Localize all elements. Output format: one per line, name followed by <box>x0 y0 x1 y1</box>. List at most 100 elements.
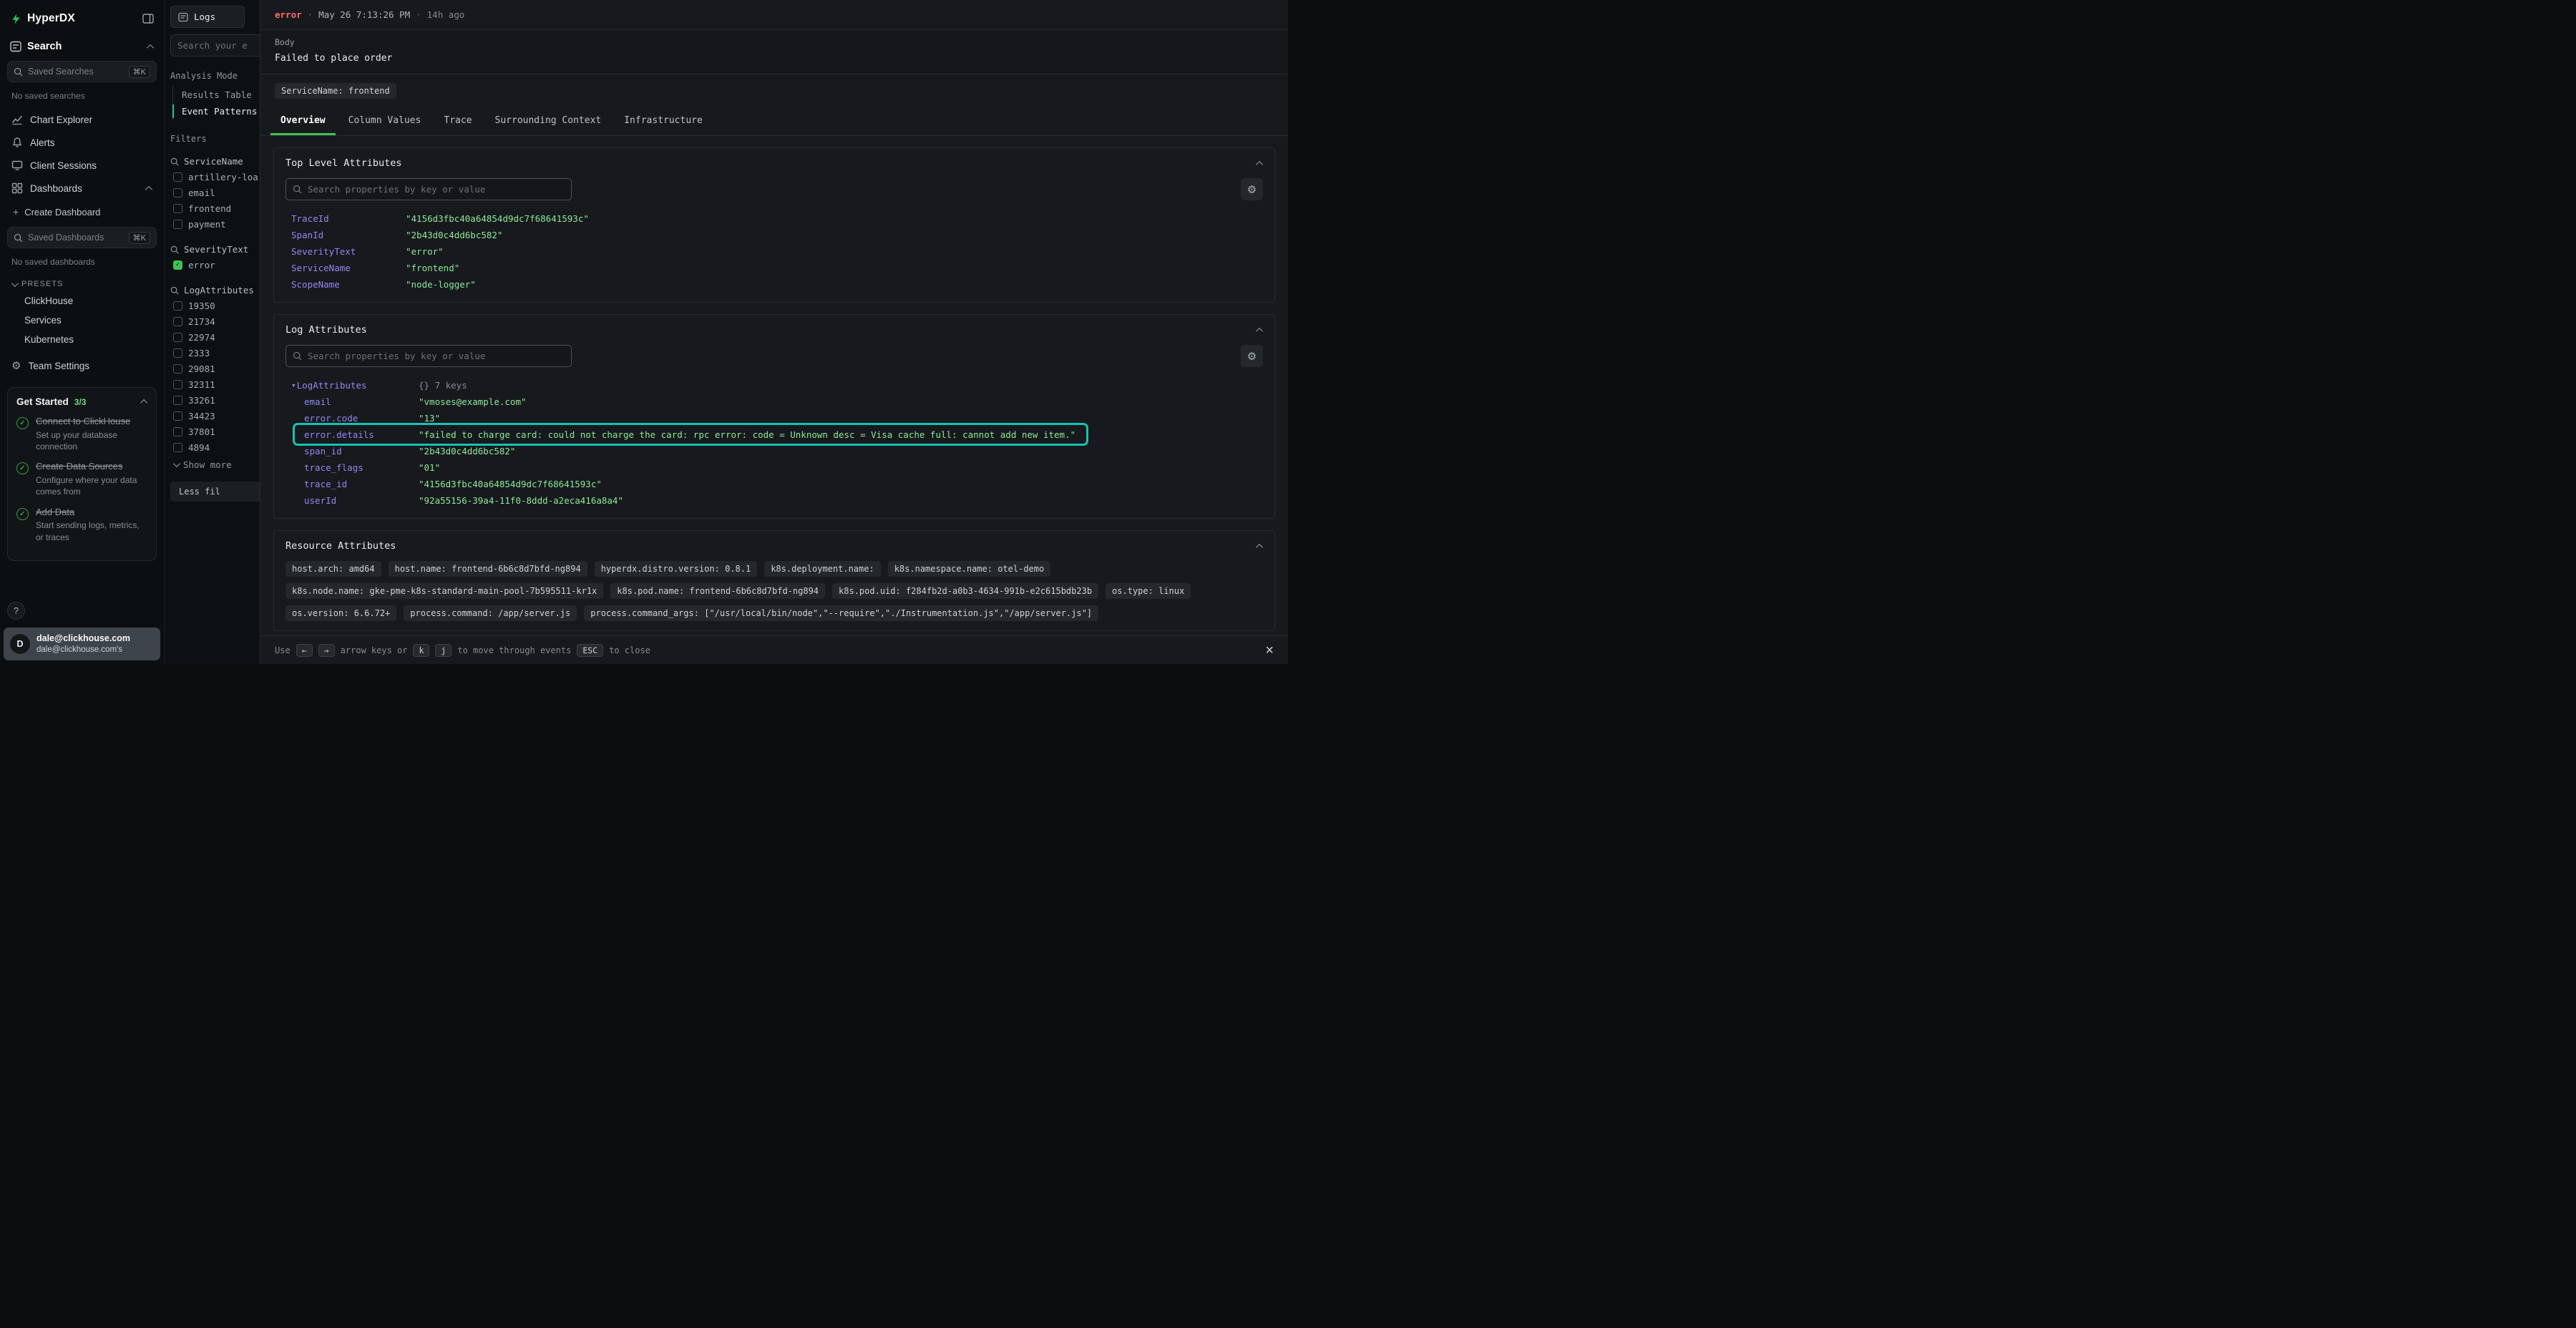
tab-infrastructure[interactable]: Infrastructure <box>614 107 713 135</box>
get-started-step[interactable]: ✓ Add Data Start sending logs, metrics, … <box>16 507 147 543</box>
collapse-sidebar-button[interactable] <box>142 14 154 24</box>
checkbox[interactable] <box>173 301 182 311</box>
logs-icon <box>178 12 188 22</box>
attribute-value[interactable]: "01" <box>419 462 440 473</box>
saved-searches-input-wrap[interactable]: ⌘K <box>7 61 157 82</box>
resource-chip[interactable]: k8s.deployment.name: <box>764 561 881 577</box>
attribute-key[interactable]: span_id <box>304 446 419 456</box>
attribute-key[interactable]: SpanId <box>291 230 406 240</box>
attribute-key[interactable]: trace_flags <box>304 462 419 473</box>
attribute-value[interactable]: "92a55156-39a4-11f0-8ddd-a2eca416a8a4" <box>419 495 623 506</box>
preset-item-services[interactable]: Services <box>0 311 164 330</box>
attribute-row: SeverityText "error" <box>286 243 1263 260</box>
source-selector-button[interactable]: Logs <box>170 6 245 28</box>
section-title: Resource Attributes <box>286 540 396 552</box>
checkbox[interactable] <box>173 317 182 326</box>
sidebar-item-client-sessions[interactable]: Client Sessions <box>0 154 164 177</box>
close-panel-button[interactable]: × <box>1265 643 1274 658</box>
resource-chip[interactable]: host.arch: amd64 <box>286 561 381 577</box>
attribute-key[interactable]: SeverityText <box>291 246 406 257</box>
checkbox[interactable] <box>173 333 182 342</box>
attribute-key[interactable]: error.code <box>304 413 419 424</box>
collapse-section-button[interactable] <box>1256 327 1263 334</box>
help-button[interactable]: ? <box>7 602 25 620</box>
attribute-value[interactable]: "2b43d0c4dd6bc582" <box>406 230 502 240</box>
tab-overview[interactable]: Overview <box>270 107 336 135</box>
attribute-value[interactable]: "vmoses@example.com" <box>419 396 527 407</box>
attribute-value[interactable]: "2b43d0c4dd6bc582" <box>419 446 515 456</box>
attribute-value[interactable]: "failed to charge card: could not charge… <box>419 429 1075 440</box>
preset-item-kubernetes[interactable]: Kubernetes <box>0 330 164 349</box>
hyperdx-logo[interactable]: HyperDX <box>0 0 164 35</box>
saved-dashboards-input-wrap[interactable]: ⌘K <box>7 227 157 248</box>
step-title: Add Data <box>36 507 143 519</box>
checkbox[interactable] <box>173 364 182 374</box>
resource-chip[interactable]: k8s.pod.uid: f284fb2d-a0b3-4634-991b-e2c… <box>832 583 1098 599</box>
checkbox[interactable] <box>173 172 182 182</box>
attribute-key[interactable]: ScopeName <box>291 279 406 290</box>
checkbox[interactable] <box>173 204 182 213</box>
checkbox-checked[interactable]: ✓ <box>173 260 182 270</box>
attribute-key[interactable]: userId <box>304 495 419 506</box>
user-menu[interactable]: D dale@clickhouse.com dale@clickhouse.co… <box>4 628 160 660</box>
attribute-value[interactable]: "frontend" <box>406 263 459 273</box>
search-icon <box>293 185 302 194</box>
properties-search-input[interactable] <box>308 351 565 361</box>
presets-toggle[interactable]: PRESETS <box>0 274 164 291</box>
checkbox[interactable] <box>173 380 182 389</box>
collapse-section-button[interactable] <box>1256 160 1263 167</box>
resource-chip[interactable]: hyperdx.distro.version: 0.8.1 <box>595 561 758 577</box>
attribute-value[interactable]: "error" <box>406 246 444 257</box>
checkbox[interactable] <box>173 411 182 421</box>
checkbox[interactable] <box>173 220 182 229</box>
get-started-step[interactable]: ✓ Create Data Sources Configure where yo… <box>16 461 147 497</box>
sidebar-item-alerts[interactable]: Alerts <box>0 131 164 154</box>
checkbox[interactable] <box>173 443 182 452</box>
chevron-up-icon[interactable] <box>140 399 147 406</box>
section-settings-button[interactable]: ⚙ <box>1241 345 1263 367</box>
attribute-value[interactable]: "4156d3fbc40a64854d9dc7f68641593c" <box>419 479 602 489</box>
attribute-value[interactable]: "4156d3fbc40a64854d9dc7f68641593c" <box>406 213 589 224</box>
properties-search-wrap[interactable] <box>286 178 572 200</box>
sidebar-section-search[interactable]: Search <box>0 35 164 58</box>
checkbox[interactable] <box>173 427 182 436</box>
checkbox[interactable] <box>173 188 182 197</box>
resource-chip[interactable]: k8s.namespace.name: otel-demo <box>888 561 1051 577</box>
resource-chip[interactable]: host.name: frontend-6b6c8d7bfd-ng894 <box>389 561 587 577</box>
create-dashboard-button[interactable]: + Create Dashboard <box>0 200 164 224</box>
section-settings-button[interactable]: ⚙ <box>1241 178 1263 200</box>
team-settings-button[interactable]: ⚙ Team Settings <box>0 349 164 377</box>
attribute-key[interactable]: TraceId <box>291 213 406 224</box>
properties-search-wrap[interactable] <box>286 345 572 367</box>
checkbox[interactable] <box>173 348 182 358</box>
resource-chip[interactable]: k8s.node.name: gke-pme-k8s-standard-main… <box>286 583 603 599</box>
properties-search-input[interactable] <box>308 184 565 195</box>
attribute-value[interactable]: "node-logger" <box>406 279 476 290</box>
collapse-section-button[interactable] <box>1256 543 1263 550</box>
attribute-row: userId "92a55156-39a4-11f0-8ddd-a2eca416… <box>286 492 1263 509</box>
preset-item-clickhouse[interactable]: ClickHouse <box>0 291 164 311</box>
attribute-key[interactable]: email <box>304 396 419 407</box>
tab-trace[interactable]: Trace <box>434 107 482 135</box>
chevron-down-icon <box>173 460 180 467</box>
attribute-value[interactable]: "13" <box>419 413 440 424</box>
tree-caret-icon[interactable]: ▾ <box>291 381 296 390</box>
service-chip[interactable]: ServiceName: frontend <box>275 83 396 99</box>
attribute-key[interactable]: error.details <box>304 429 419 440</box>
sidebar-item-chart-explorer[interactable]: Chart Explorer <box>0 108 164 131</box>
tab-column-values[interactable]: Column Values <box>338 107 431 135</box>
saved-dashboards-input[interactable] <box>28 233 124 243</box>
resource-chip[interactable]: process.command_args: ["/usr/local/bin/n… <box>584 605 1098 621</box>
resource-chip[interactable]: k8s.pod.name: frontend-6b6c8d7bfd-ng894 <box>610 583 825 599</box>
resource-chip[interactable]: os.type: linux <box>1106 583 1191 599</box>
get-started-step[interactable]: ✓ Connect to ClickHouse Set up your data… <box>16 416 147 452</box>
tree-root-key[interactable]: ▾LogAttributes <box>291 380 419 391</box>
checkbox[interactable] <box>173 396 182 405</box>
resource-chip[interactable]: os.version: 6.6.72+ <box>286 605 396 621</box>
attribute-key[interactable]: trace_id <box>304 479 419 489</box>
resource-chip[interactable]: process.command: /app/server.js <box>404 605 577 621</box>
tab-surrounding-context[interactable]: Surrounding Context <box>485 107 612 135</box>
attribute-key[interactable]: ServiceName <box>291 263 406 273</box>
saved-searches-input[interactable] <box>28 67 124 77</box>
sidebar-item-dashboards[interactable]: Dashboards <box>0 177 164 200</box>
